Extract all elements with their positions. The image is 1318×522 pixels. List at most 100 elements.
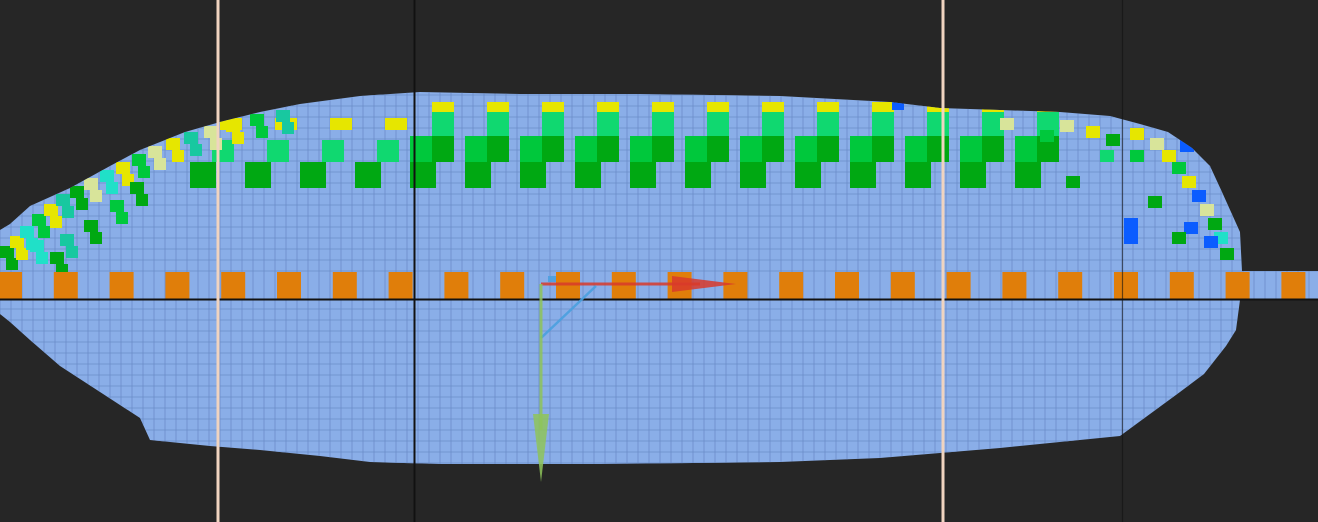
voxel-edge: [106, 182, 118, 194]
voxel-edge: [276, 110, 290, 122]
voxel-edge: [1130, 128, 1144, 140]
voxel-green-dark: [652, 136, 674, 162]
voxel-edge: [50, 252, 64, 264]
3d-viewport[interactable]: [0, 0, 1318, 522]
voxel-edge: [90, 232, 102, 244]
voxel-green-mid: [465, 136, 487, 162]
voxel-edge: [154, 158, 166, 170]
voxel-orange: [890, 272, 915, 299]
z-axis-tip: [548, 276, 556, 282]
voxel-green-mid: [685, 136, 707, 162]
voxel-green-mid: [575, 136, 597, 162]
voxel-yellow: [872, 102, 894, 112]
voxel-edge: [84, 220, 98, 232]
voxel-orange: [332, 272, 357, 299]
voxel-orange: [779, 272, 804, 299]
voxel-green-light: [487, 112, 509, 136]
voxel-green-dark: [795, 162, 821, 188]
voxel-edge: [66, 246, 78, 258]
voxel-edge: [136, 194, 148, 206]
voxel-edge: [1172, 232, 1186, 244]
voxel-edge: [138, 166, 150, 178]
voxel-orange: [1281, 272, 1306, 299]
voxel-green-light: [432, 112, 454, 136]
voxel-yellow: [487, 102, 509, 112]
voxel-yellow: [707, 102, 729, 112]
voxel-edge: [1130, 150, 1144, 162]
voxel-edge: [70, 186, 84, 198]
voxel-edge: [1162, 150, 1176, 162]
voxel-edge: [184, 132, 198, 144]
voxel-yellow: [432, 102, 454, 112]
voxel-blue: [1124, 218, 1138, 244]
voxel-edge: [190, 144, 202, 156]
voxel-green-dark: [1015, 162, 1041, 188]
voxel-green-dark: [960, 162, 986, 188]
voxel-yellow: [542, 102, 564, 112]
voxel-edge: [1060, 120, 1074, 132]
voxel-orange: [165, 272, 190, 299]
voxel-green-dark: [575, 162, 601, 188]
voxel-green-dark: [740, 162, 766, 188]
voxel-green-light: [707, 112, 729, 136]
voxel-edge: [172, 150, 184, 162]
voxel-edge: [100, 170, 114, 182]
voxel-orange: [946, 272, 971, 299]
voxel-green-dark: [465, 162, 491, 188]
voxel-edge: [1100, 150, 1114, 162]
voxel-edge: [210, 138, 222, 150]
voxel-edge: [1192, 190, 1206, 202]
orange-voxel-row: [0, 272, 1318, 300]
voxel-orange: [277, 272, 301, 299]
voxel-orange: [53, 272, 78, 299]
voxel-edge: [76, 198, 88, 210]
voxel-green-dark: [355, 162, 381, 188]
voxel-edge: [56, 194, 70, 206]
voxel-yellow: [330, 118, 352, 130]
voxel-green-dark: [762, 136, 784, 162]
voxel-orange: [500, 272, 525, 299]
voxel-green-light: [872, 112, 894, 136]
voxel-edge: [250, 114, 264, 126]
voxel-edge: [1172, 162, 1186, 174]
voxel-green-mid: [410, 136, 432, 162]
voxel-yellow: [597, 102, 619, 112]
voxel-orange: [1114, 272, 1138, 299]
voxel-green-light: [927, 112, 949, 136]
voxel-green-dark: [850, 162, 876, 188]
voxel-green-dark: [432, 136, 454, 162]
voxel-green-mid: [905, 136, 927, 162]
voxel-green-mid: [795, 136, 817, 162]
voxel-edge: [116, 212, 128, 224]
voxel-edge: [38, 226, 50, 238]
voxel-orange: [1225, 272, 1250, 299]
voxel-green-mid: [1015, 136, 1037, 162]
voxel-edge: [1086, 126, 1100, 138]
voxel-green-dark: [905, 162, 931, 188]
voxel-green-light: [267, 140, 289, 162]
voxel-edge: [1204, 236, 1218, 248]
voxel-green-light: [762, 112, 784, 136]
voxel-green-dark: [927, 136, 949, 162]
voxel-edge: [32, 214, 46, 226]
voxel-edge: [1184, 222, 1198, 234]
voxel-green-dark: [300, 162, 326, 188]
voxel-green-dark: [190, 162, 216, 188]
voxel-orange: [109, 272, 134, 299]
voxel-green-mid: [740, 136, 762, 162]
voxel-yellow: [385, 118, 407, 130]
voxel-edge: [1106, 134, 1120, 146]
voxel-edge: [60, 234, 74, 246]
voxel-orange: [1058, 272, 1083, 299]
voxel-green-light: [542, 112, 564, 136]
voxel-scene[interactable]: [0, 0, 1318, 522]
voxel-green-dark: [487, 136, 509, 162]
voxel-green-mid: [960, 136, 982, 162]
voxel-edge: [84, 178, 98, 190]
voxel-edge: [1066, 176, 1080, 188]
voxel-green-dark: [245, 162, 271, 188]
voxel-green-dark: [872, 136, 894, 162]
voxel-edge: [166, 138, 180, 150]
voxel-edge: [1040, 130, 1054, 142]
voxel-edge: [282, 122, 294, 134]
